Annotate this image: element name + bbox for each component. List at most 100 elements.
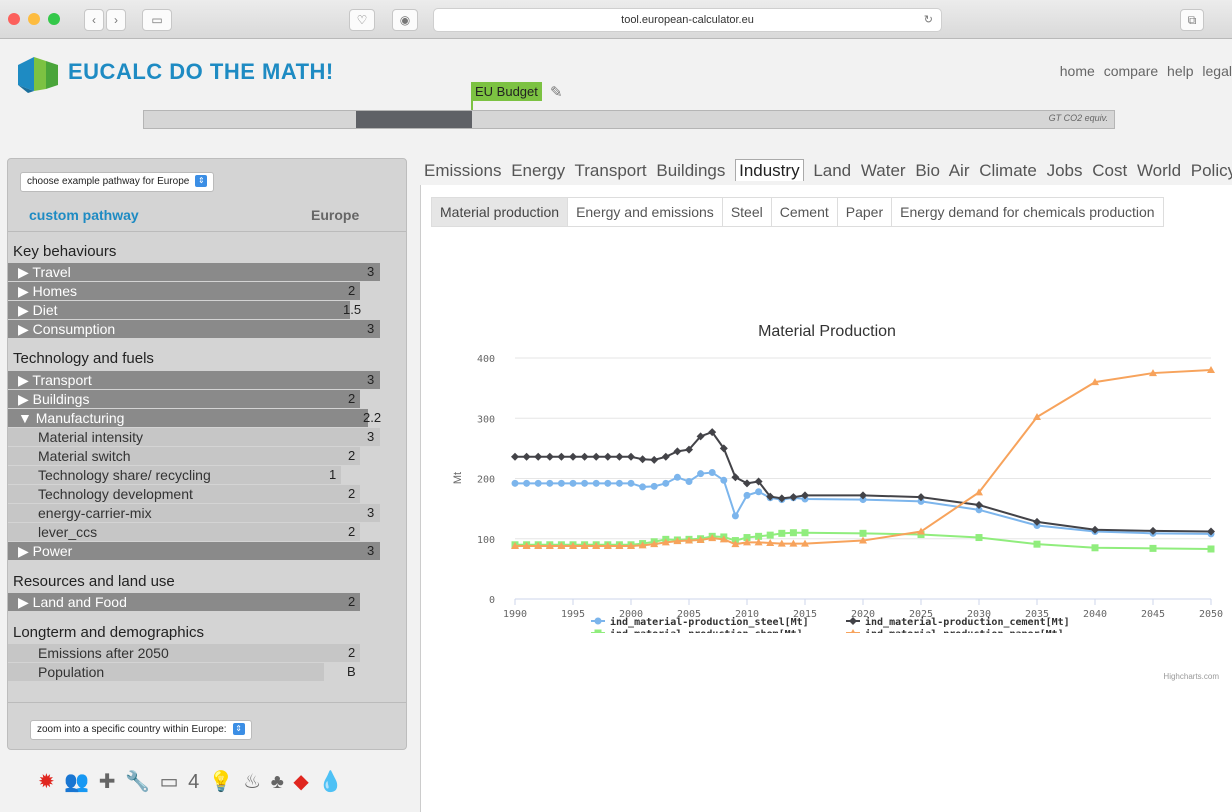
- bulb-icon[interactable]: 💡: [209, 771, 236, 793]
- data-point: [755, 488, 763, 496]
- lever-ccs[interactable]: lever_ccs 2: [8, 523, 406, 541]
- lever-material-intensity[interactable]: Material intensity 3: [8, 428, 406, 446]
- data-point: [557, 479, 565, 487]
- lever-label: ▶ Homes: [18, 283, 78, 299]
- legend-label: ind_material-production_cement[Mt]: [865, 616, 1070, 628]
- pathway-select-value: choose example pathway for Europe: [27, 176, 190, 187]
- gauge-unit-label: GT CO2 equiv.: [1048, 113, 1108, 123]
- country-zoom-select[interactable]: zoom into a specific country within Euro…: [30, 720, 252, 740]
- legend-marker: [594, 617, 602, 625]
- maximize-window-icon[interactable]: [48, 13, 60, 25]
- extension-icon[interactable]: ◉: [392, 9, 418, 31]
- data-point: [523, 479, 531, 487]
- sun-icon[interactable]: ✹: [38, 771, 57, 793]
- data-point: [650, 455, 659, 464]
- lever-value: 3: [367, 321, 375, 336]
- tree-icon[interactable]: ♣: [271, 771, 286, 793]
- highcharts-credit[interactable]: Highcharts.com: [1163, 672, 1219, 681]
- pathway-select[interactable]: choose example pathway for Europe ⇕: [20, 172, 215, 192]
- battery-icon[interactable]: ▭: [160, 771, 181, 793]
- tab-bio[interactable]: Bio: [915, 161, 940, 180]
- four-icon[interactable]: 4: [188, 771, 201, 793]
- edit-icon[interactable]: ✎: [550, 83, 563, 101]
- tab-jobs[interactable]: Jobs: [1047, 161, 1083, 180]
- lever-travel[interactable]: ▶ Travel 3: [8, 263, 406, 281]
- reload-icon[interactable]: ↻: [924, 9, 933, 31]
- lever-emissions-after-2050[interactable]: Emissions after 2050 2: [8, 644, 406, 662]
- nav-home[interactable]: home: [1060, 63, 1095, 79]
- tab-policy[interactable]: Policy: [1191, 161, 1232, 180]
- lever-technology-development[interactable]: Technology development 2: [8, 485, 406, 503]
- chart-title: Material Production: [758, 323, 896, 340]
- subtab-steel[interactable]: Steel: [723, 198, 772, 226]
- wrench-icon[interactable]: 🔧: [125, 771, 152, 793]
- animal-icon[interactable]: ◆: [293, 771, 310, 793]
- data-point: [673, 473, 681, 481]
- lever-material-switch[interactable]: Material switch 2: [8, 447, 406, 465]
- nav-help[interactable]: help: [1167, 63, 1193, 79]
- divider: [8, 231, 406, 232]
- tab-energy[interactable]: Energy: [511, 161, 565, 180]
- lever-homes[interactable]: ▶ Homes 2: [8, 282, 406, 300]
- subtab-cement[interactable]: Cement: [772, 198, 838, 226]
- data-point: [801, 529, 809, 537]
- pocket-icon[interactable]: ♡: [349, 9, 375, 31]
- lever-value: 3: [367, 372, 375, 387]
- lever-land-food[interactable]: ▶ Land and Food 2: [8, 593, 406, 611]
- data-point: [627, 452, 635, 461]
- back-icon[interactable]: ‹: [84, 9, 104, 31]
- lever-manufacturing[interactable]: ▼ Manufacturing 2.2: [8, 409, 406, 427]
- lever-transport[interactable]: ▶ Transport 3: [8, 371, 406, 389]
- legend-label: ind_material-production_steel[Mt]: [610, 616, 809, 628]
- close-window-icon[interactable]: [8, 13, 20, 25]
- minimize-window-icon[interactable]: [28, 13, 40, 25]
- tab-industry[interactable]: Industry: [735, 159, 804, 181]
- people-icon[interactable]: 👥: [64, 771, 91, 793]
- eu-budget-tag[interactable]: EU Budget: [471, 82, 542, 101]
- subtab-chemicals-energy[interactable]: Energy demand for chemicals production: [892, 198, 1162, 226]
- forward-icon[interactable]: ›: [106, 9, 126, 31]
- lever-value: B: [347, 664, 356, 679]
- custom-pathway-link[interactable]: custom pathway: [29, 207, 139, 223]
- tab-buildings[interactable]: Buildings: [656, 161, 725, 180]
- flame-icon[interactable]: ♨: [243, 771, 263, 793]
- lever-value: 2.2: [363, 410, 382, 425]
- url-text: tool.european-calculator.eu: [621, 14, 754, 26]
- lever-label: lever_ccs: [38, 524, 98, 540]
- lever-consumption[interactable]: ▶ Consumption 3: [8, 320, 406, 338]
- tab-cost[interactable]: Cost: [1092, 161, 1127, 180]
- lever-value: 2: [348, 391, 356, 406]
- address-bar[interactable]: tool.european-calculator.eu ↻: [433, 8, 942, 32]
- data-point: [975, 534, 983, 542]
- tab-world[interactable]: World: [1137, 161, 1181, 180]
- tab-emissions[interactable]: Emissions: [424, 161, 501, 180]
- lever-power[interactable]: ▶ Power 3: [8, 542, 406, 560]
- data-point: [546, 479, 554, 487]
- nav-compare[interactable]: compare: [1104, 63, 1158, 79]
- subtab-paper[interactable]: Paper: [838, 198, 893, 226]
- subtab-energy-emissions[interactable]: Energy and emissions: [568, 198, 723, 226]
- lever-buildings[interactable]: ▶ Buildings 2: [8, 390, 406, 408]
- tab-climate[interactable]: Climate: [979, 161, 1037, 180]
- tab-transport[interactable]: Transport: [575, 161, 647, 180]
- lever-label: ▶ Travel: [18, 264, 71, 280]
- lever-population[interactable]: Population B: [8, 663, 406, 681]
- subtab-material-production[interactable]: Material production: [432, 198, 569, 226]
- lever-energy-carrier-mix[interactable]: energy-carrier-mix 3: [8, 504, 406, 522]
- data-point: [638, 455, 647, 464]
- drop-icon[interactable]: 💧: [318, 771, 345, 793]
- tab-land[interactable]: Land: [813, 161, 851, 180]
- data-point: [778, 529, 786, 537]
- lever-diet[interactable]: ▶ Diet 1.5: [8, 301, 406, 319]
- lever-technology-share[interactable]: Technology share/ recycling 1: [8, 466, 406, 484]
- nav-legal[interactable]: legal: [1202, 63, 1232, 79]
- tab-air[interactable]: Air: [949, 161, 970, 180]
- sidebar-toggle-icon[interactable]: ▭: [142, 9, 172, 31]
- data-point: [1091, 544, 1099, 552]
- tab-water[interactable]: Water: [861, 161, 906, 180]
- health-icon[interactable]: ✚: [99, 771, 118, 793]
- y-tick-label: 400: [477, 354, 495, 365]
- x-tick-label: 2045: [1141, 609, 1165, 620]
- lever-label: Emissions after 2050: [38, 645, 169, 661]
- tabs-overview-icon[interactable]: ⧉: [1180, 9, 1204, 31]
